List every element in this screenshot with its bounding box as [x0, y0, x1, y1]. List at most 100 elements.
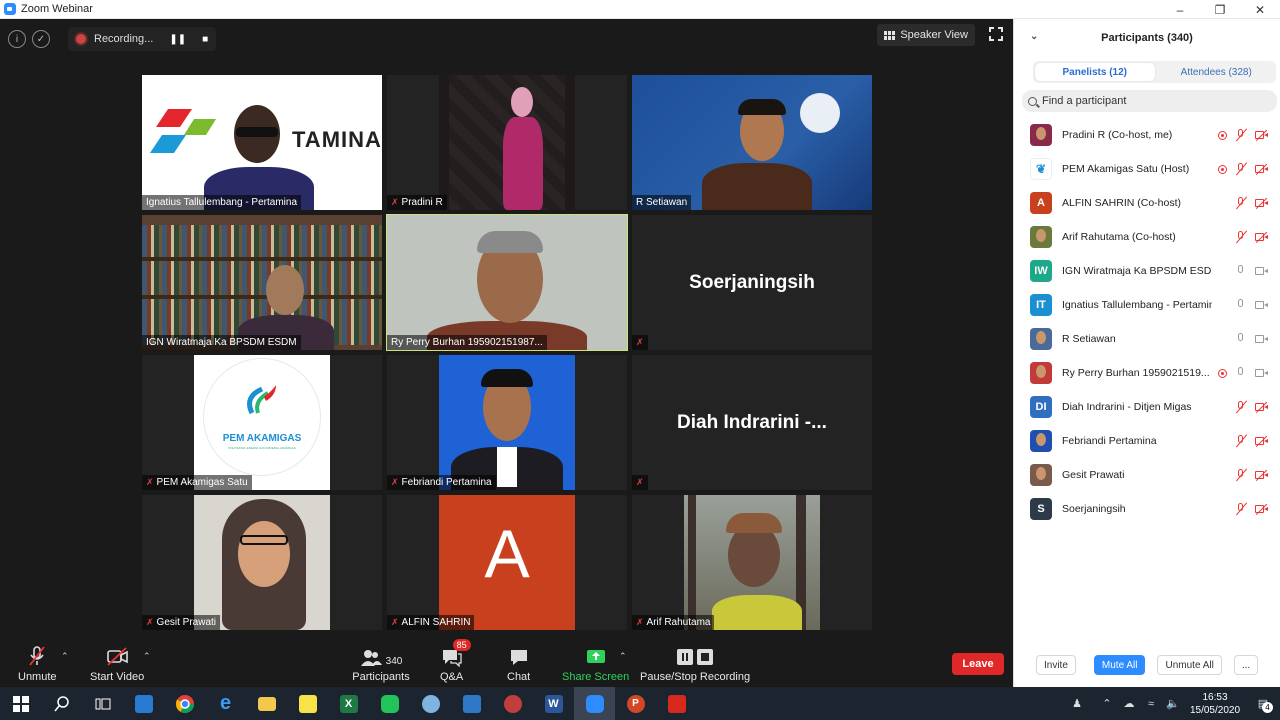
qa-button[interactable]: 85 Q&A	[440, 639, 471, 683]
search-input[interactable]	[1042, 95, 1262, 107]
camera-off-icon[interactable]	[1255, 401, 1269, 413]
participant-row[interactable]: R Setiawan	[1014, 322, 1280, 356]
pause-stop-recording-button[interactable]: Pause/Stop Recording	[640, 645, 750, 683]
video-tile[interactable]: ✗ Arif Rahutama	[632, 495, 872, 630]
video-tile[interactable]: R Setiawan	[632, 75, 872, 210]
participants-button[interactable]: 340 Participants	[352, 645, 410, 683]
participant-row[interactable]: DI Diah Indrarini - Ditjen Migas	[1014, 390, 1280, 424]
close-button[interactable]: ✕	[1240, 0, 1280, 19]
video-tile[interactable]: Ry Perry Burhan 195902151987...	[386, 214, 628, 351]
cloud-icon[interactable]: ☁	[1118, 697, 1140, 710]
camera-icon[interactable]	[1255, 265, 1269, 277]
mic-muted-icon[interactable]	[1235, 435, 1247, 447]
notifications-icon[interactable]: ▤4	[1246, 697, 1280, 713]
file-explorer-icon[interactable]	[246, 687, 287, 720]
participant-row[interactable]: Gesit Prawati	[1014, 458, 1280, 492]
video-tile[interactable]: IGN Wiratmaja Ka BPSDM ESDM	[142, 215, 382, 350]
participant-row[interactable]: IW IGN Wiratmaja Ka BPSDM ESDM	[1014, 254, 1280, 288]
people-icon[interactable]: ♟	[1066, 697, 1088, 710]
participant-row[interactable]: Arif Rahutama (Co-host)	[1014, 220, 1280, 254]
video-tile[interactable]: PEM AKAMIGAS POLITEKNIK ENERGI DAN MINER…	[142, 355, 382, 490]
participant-row[interactable]: A ALFIN SAHRIN (Co-host)	[1014, 186, 1280, 220]
participant-row[interactable]: Pradini R (Co-host, me)	[1014, 118, 1280, 152]
camera-off-icon[interactable]	[1255, 231, 1269, 243]
clock[interactable]: 16:53 15/05/2020	[1184, 691, 1246, 717]
camera-icon[interactable]	[1255, 333, 1269, 345]
mic-muted-icon[interactable]	[1235, 469, 1247, 481]
more-options-button[interactable]: ...	[1233, 655, 1259, 675]
start-button[interactable]	[0, 687, 41, 720]
video-tile[interactable]: Soerjaningsih ✗	[632, 215, 872, 350]
acrobat-icon[interactable]	[656, 687, 697, 720]
chrome-icon[interactable]	[164, 687, 205, 720]
unmute-button[interactable]: Unmute	[18, 645, 57, 683]
network-icon[interactable]: ≈	[1140, 698, 1162, 710]
video-options-caret-icon[interactable]: ⌃	[143, 651, 151, 662]
camera-off-icon[interactable]	[1255, 469, 1269, 481]
tab-attendees[interactable]: Attendees (328)	[1157, 61, 1277, 83]
mail-app-icon[interactable]	[123, 687, 164, 720]
mic-muted-icon[interactable]	[1235, 503, 1247, 515]
tile-name-label: Ry Perry Burhan 195902151987...	[387, 335, 547, 350]
task-view-icon[interactable]	[82, 687, 123, 720]
mic-icon[interactable]	[1235, 367, 1247, 379]
shield-icon[interactable]: ✓	[32, 30, 50, 48]
edge-icon[interactable]: e	[205, 687, 246, 720]
photos-icon[interactable]	[451, 687, 492, 720]
paint-icon[interactable]	[410, 687, 451, 720]
video-tile[interactable]: TAMINA Ignatius Tallulembang - Pertamina	[142, 75, 382, 210]
mic-muted-icon[interactable]	[1235, 231, 1247, 243]
mic-muted-icon[interactable]	[1235, 197, 1247, 209]
minimize-button[interactable]: –	[1160, 0, 1200, 19]
word-icon[interactable]: W	[533, 687, 574, 720]
search-taskbar-icon[interactable]	[41, 687, 82, 720]
fullscreen-icon[interactable]	[988, 26, 1004, 42]
camera-off-icon[interactable]	[1255, 163, 1269, 175]
chat-button[interactable]: Chat	[507, 645, 530, 683]
video-tile[interactable]: ✗ Pradini R	[387, 75, 627, 210]
mic-icon[interactable]	[1235, 265, 1247, 277]
info-icon[interactable]: i	[8, 30, 26, 48]
share-options-caret-icon[interactable]: ⌃	[619, 651, 627, 662]
camera-off-icon[interactable]	[1255, 435, 1269, 447]
mic-icon[interactable]	[1235, 333, 1247, 345]
camera-off-icon[interactable]	[1255, 503, 1269, 515]
leave-button[interactable]: Leave	[952, 653, 1004, 675]
start-video-button[interactable]: Start Video	[90, 645, 144, 683]
pause-recording-icon[interactable]: ❚❚	[169, 34, 186, 45]
video-tile[interactable]: ✗ Gesit Prawati	[142, 495, 382, 630]
invite-button[interactable]: Invite	[1036, 655, 1076, 675]
participant-row[interactable]: ❦ PEM Akamigas Satu (Host)	[1014, 152, 1280, 186]
mute-all-button[interactable]: Mute All	[1093, 655, 1146, 675]
video-tile[interactable]: A ✗ ALFIN SAHRIN	[387, 495, 627, 630]
maximize-button[interactable]: ❐	[1200, 0, 1240, 19]
zoom-taskbar-icon[interactable]	[574, 687, 615, 720]
participant-row[interactable]: Ry Perry Burhan 1959021519...	[1014, 356, 1280, 390]
show-hidden-icons-icon[interactable]: ⌃	[1096, 697, 1118, 710]
audio-options-caret-icon[interactable]: ⌃	[61, 651, 69, 662]
collapse-chevron-icon[interactable]: ⌄	[1030, 31, 1038, 42]
excel-icon[interactable]: X	[328, 687, 369, 720]
participant-row[interactable]: S Soerjaningsih	[1014, 492, 1280, 526]
stop-recording-icon[interactable]: ■	[202, 34, 208, 45]
volume-icon[interactable]: 🔈	[1162, 697, 1184, 710]
camera-icon[interactable]	[1255, 367, 1269, 379]
mic-icon[interactable]	[1235, 299, 1247, 311]
sticky-notes-icon[interactable]	[287, 687, 328, 720]
video-tile[interactable]: Diah Indrarini -... ✗	[632, 355, 872, 490]
participant-row[interactable]: IT Ignatius Tallulembang - Pertamina	[1014, 288, 1280, 322]
speaker-view-button[interactable]: Speaker View	[877, 24, 975, 46]
tab-panelists[interactable]: Panelists (12)	[1035, 63, 1155, 81]
video-tile[interactable]: ✗ Febriandi Pertamina	[387, 355, 627, 490]
line-app-icon[interactable]	[369, 687, 410, 720]
snipping-tool-icon[interactable]	[492, 687, 533, 720]
mic-muted-icon[interactable]	[1235, 163, 1247, 175]
camera-icon[interactable]	[1255, 299, 1269, 311]
camera-off-icon[interactable]	[1255, 129, 1269, 141]
unmute-all-button[interactable]: Unmute All	[1157, 655, 1222, 675]
mic-muted-icon[interactable]	[1235, 129, 1247, 141]
powerpoint-icon[interactable]: P	[615, 687, 656, 720]
mic-muted-icon[interactable]	[1235, 401, 1247, 413]
camera-off-icon[interactable]	[1255, 197, 1269, 209]
participant-row[interactable]: Febriandi Pertamina	[1014, 424, 1280, 458]
